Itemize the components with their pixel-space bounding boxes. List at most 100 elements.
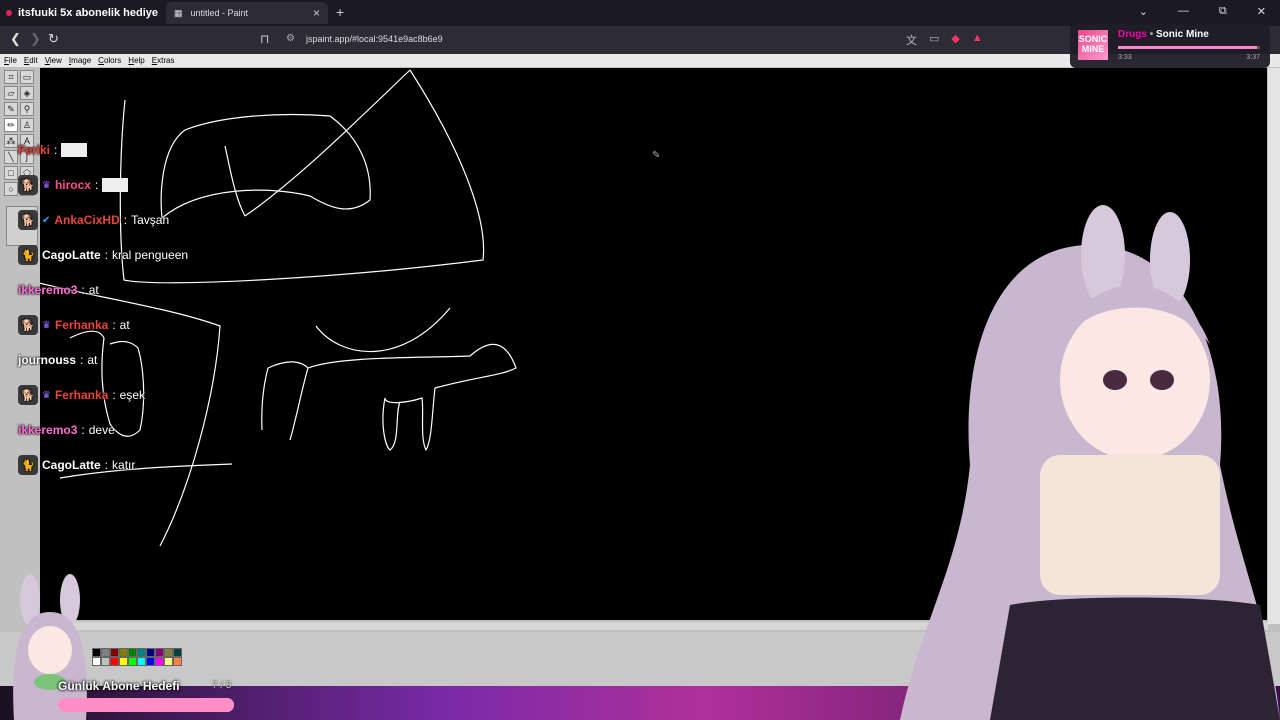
palette-swatch[interactable] xyxy=(155,657,164,666)
subscriber-goal-label: Günlük Abone Hedefi xyxy=(58,679,180,693)
chat-username: AnkaCixHD xyxy=(54,213,120,227)
chat-text: katır xyxy=(112,458,136,472)
palette-swatch[interactable] xyxy=(137,657,146,666)
tab-paint[interactable]: ▦ untitled - Paint × xyxy=(166,2,328,24)
chat-separator: : xyxy=(104,458,109,472)
vtuber-avatar xyxy=(900,205,1280,720)
subscriber-badge-icon: ♛ xyxy=(42,179,51,191)
tab-stream[interactable]: itsfuuki 5x abonelik hediye xyxy=(6,0,158,26)
menu-view[interactable]: View xyxy=(45,56,62,65)
chat-username: Ferhanka xyxy=(54,318,109,332)
track-progress-bar xyxy=(1118,46,1260,49)
free-select-icon[interactable]: ⌗ xyxy=(4,70,18,84)
bookmark-icon[interactable]: ⊓ xyxy=(260,32,269,46)
chat-separator: : xyxy=(94,178,99,192)
fill-icon[interactable]: ◈ xyxy=(20,86,34,100)
line-icon[interactable]: ╲ xyxy=(4,150,18,164)
forward-icon[interactable]: ❯ xyxy=(30,31,41,47)
palette-swatch[interactable] xyxy=(164,657,173,666)
tab-search-button[interactable]: ⌄ xyxy=(1139,5,1148,18)
dog-icon: 🐕 xyxy=(18,175,38,195)
chat-username: journouss xyxy=(18,353,77,367)
sketch-stroke-4 xyxy=(224,145,246,217)
select-icon[interactable]: ▭ xyxy=(20,70,34,84)
palette-swatch[interactable] xyxy=(110,648,119,657)
magnifier-icon[interactable]: ⚲ xyxy=(20,102,34,116)
cast-icon[interactable]: ▭ xyxy=(929,32,939,48)
chat-username: ikkeremo3 xyxy=(18,283,78,297)
site-info-icon[interactable]: ⚙ xyxy=(286,33,295,44)
palette-swatch[interactable] xyxy=(155,648,164,657)
chat-text: kral pengueen xyxy=(112,248,189,262)
airbrush-icon[interactable]: ⁂ xyxy=(4,134,18,148)
palette-swatch[interactable] xyxy=(128,648,137,657)
dog-icon: 🐕 xyxy=(18,210,38,230)
eraser-icon[interactable]: ▱ xyxy=(4,86,18,100)
reload-icon[interactable]: ↻ xyxy=(48,31,59,47)
menu-edit[interactable]: Edit xyxy=(24,56,38,65)
chat-message: Feriki: xyxy=(18,136,88,164)
maximize-button[interactable]: ⧉ xyxy=(1219,5,1227,18)
chat-separator: : xyxy=(123,213,128,227)
tab-close-button[interactable]: × xyxy=(313,6,320,20)
chat-separator: : xyxy=(104,248,109,262)
pencil-icon[interactable]: ✏ xyxy=(4,118,18,132)
palette-swatch[interactable] xyxy=(101,657,110,666)
palette-swatch[interactable] xyxy=(146,657,155,666)
subscriber-goal-fill xyxy=(58,698,234,712)
extension-icons: 文 ▭ ◆ ▲ xyxy=(906,32,983,48)
screen: itsfuuki 5x abonelik hediye ▦ untitled -… xyxy=(0,0,1280,720)
track-progress-fill xyxy=(1118,46,1258,49)
paint-favicon-icon: ▦ xyxy=(174,7,183,18)
ellipse-icon[interactable]: ○ xyxy=(4,182,18,196)
palette-swatch[interactable] xyxy=(146,648,155,657)
palette-swatch[interactable] xyxy=(164,648,173,657)
palette-swatch[interactable] xyxy=(128,657,137,666)
palette-swatch[interactable] xyxy=(101,648,110,657)
brave-rewards-icon[interactable]: ▲ xyxy=(972,32,983,48)
translate-icon[interactable]: 文 xyxy=(906,32,917,48)
chat-message: 🐕 ♛ Ferhanka: eşek xyxy=(18,381,145,409)
url-field[interactable]: jspaint.app/#local:9541e9ac8b6e9 xyxy=(306,34,443,44)
menu-help[interactable]: Help xyxy=(128,56,144,65)
chat-separator: : xyxy=(81,283,85,297)
menu-colors[interactable]: Colors xyxy=(98,56,121,65)
palette-swatch[interactable] xyxy=(119,657,128,666)
track-name: Drugs xyxy=(1118,29,1147,40)
recording-dot-icon xyxy=(6,10,12,16)
sketch-stroke-9 xyxy=(315,307,451,353)
chat-text: eşek xyxy=(119,388,146,402)
chat-message: ikkeremo3: at xyxy=(18,276,99,304)
palette-swatch[interactable] xyxy=(110,657,119,666)
palette-swatch[interactable] xyxy=(119,648,128,657)
album-art: SONIC MINE xyxy=(1078,30,1108,60)
palette-swatch[interactable] xyxy=(137,648,146,657)
chat-emote xyxy=(61,143,88,157)
rectangle-icon[interactable]: □ xyxy=(4,166,18,180)
menu-extras[interactable]: Extras xyxy=(152,56,175,65)
palette-swatch[interactable] xyxy=(173,648,182,657)
chat-separator: : xyxy=(80,353,84,367)
brave-shield-icon[interactable]: ◆ xyxy=(951,32,959,48)
tab-stream-label: itsfuuki 5x abonelik hediye xyxy=(18,7,158,19)
track-title: Drugs • Sonic Mine xyxy=(1118,29,1209,40)
color-picker-icon[interactable]: ✎ xyxy=(4,102,18,116)
chat-separator: : xyxy=(112,388,116,402)
minimize-button[interactable]: — xyxy=(1178,5,1189,18)
menu-file[interactable]: File xyxy=(4,56,17,65)
chat-username: ikkeremo3 xyxy=(18,423,78,437)
chat-username: CagoLatte xyxy=(42,248,101,262)
pencil-cursor-icon: ✎ xyxy=(652,150,660,161)
chat-username: hirocx xyxy=(54,178,91,192)
chat-separator: : xyxy=(112,318,116,332)
brush-icon[interactable]: ♙ xyxy=(20,118,34,132)
menu-image[interactable]: Image xyxy=(69,56,91,65)
subscriber-badge-icon: ♛ xyxy=(42,389,51,401)
close-window-button[interactable]: ✕ xyxy=(1257,5,1266,18)
chat-message: 🐕 ♛ hirocx: xyxy=(18,171,129,199)
new-tab-button[interactable]: + xyxy=(336,4,344,20)
chat-message: journouss: at xyxy=(18,346,97,374)
back-icon[interactable]: ❮ xyxy=(10,31,21,47)
chat-message: 🐕 ♛ Ferhanka: at xyxy=(18,311,130,339)
palette-swatch[interactable] xyxy=(173,657,182,666)
